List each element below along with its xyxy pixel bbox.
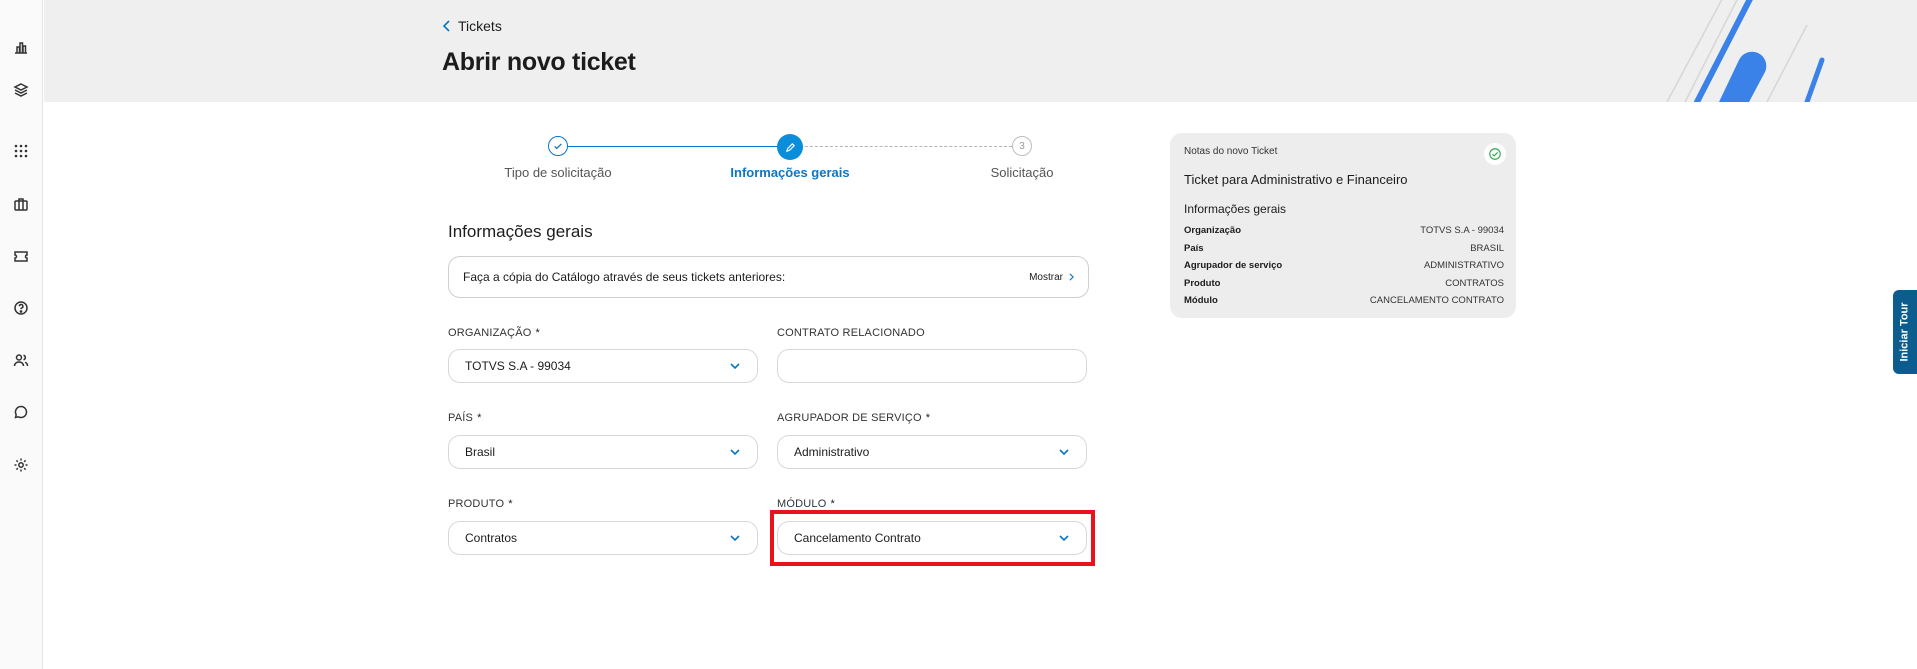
ticket-notes-card: Notas do novo Ticket Ticket para Adminis… bbox=[1170, 133, 1516, 318]
breadcrumb[interactable]: Tickets bbox=[442, 18, 502, 34]
modulo-select[interactable]: Cancelamento Contrato bbox=[777, 521, 1087, 555]
chart-icon[interactable] bbox=[11, 37, 31, 57]
chevron-down-icon bbox=[1059, 535, 1069, 542]
check-icon bbox=[554, 143, 562, 150]
briefcase-icon[interactable] bbox=[11, 194, 31, 214]
produto-select[interactable]: Contratos bbox=[448, 521, 758, 555]
pais-select[interactable]: Brasil bbox=[448, 435, 758, 469]
agrupador-label: AGRUPADOR DE SERVIÇO * bbox=[777, 412, 931, 424]
header-decoration bbox=[1666, 0, 1825, 102]
pencil-icon bbox=[785, 142, 795, 152]
notes-row: País BRASIL bbox=[1184, 242, 1504, 254]
notes-row: Organização TOTVS S.A - 99034 bbox=[1184, 225, 1504, 237]
notes-header: Notas do novo Ticket bbox=[1184, 146, 1278, 157]
show-button-label: Mostrar bbox=[1029, 271, 1063, 283]
gear-icon[interactable] bbox=[11, 455, 31, 475]
step-3-indicator: 3 bbox=[1012, 136, 1032, 156]
left-nav-rail bbox=[0, 0, 43, 669]
notes-rows: Organização TOTVS S.A - 99034 País BRASIL … bbox=[1184, 222, 1504, 310]
modulo-value: Cancelamento Contrato bbox=[794, 531, 921, 545]
step-label-solicitacao: Solicitação bbox=[990, 165, 1054, 180]
check-circle-icon bbox=[1484, 143, 1506, 165]
chevron-down-icon bbox=[730, 449, 740, 456]
section-title: Informações gerais bbox=[448, 222, 593, 241]
start-tour-button[interactable]: Iniciar Tour bbox=[1893, 290, 1917, 374]
organizacao-select[interactable]: TOTVS S.A - 99034 bbox=[448, 349, 758, 383]
produto-label: PRODUTO * bbox=[448, 498, 513, 510]
chevron-down-icon bbox=[730, 363, 740, 370]
modulo-label: MÓDULO * bbox=[777, 498, 835, 510]
chat-icon[interactable] bbox=[11, 402, 31, 422]
stepper-line-done bbox=[558, 146, 790, 147]
users-icon[interactable] bbox=[11, 350, 31, 370]
chevron-left-icon bbox=[442, 20, 450, 32]
notes-row: Produto CONTRATOS bbox=[1184, 277, 1504, 289]
pais-value: Brasil bbox=[465, 445, 496, 459]
copy-catalog-text: Faça a cópia do Catálogo através de seus… bbox=[463, 270, 786, 284]
layers-icon[interactable] bbox=[11, 80, 31, 100]
notes-section-title: Informações gerais bbox=[1184, 202, 1287, 216]
help-icon[interactable] bbox=[11, 298, 31, 318]
notes-subtitle: Ticket para Administrativo e Financeiro bbox=[1184, 172, 1408, 187]
chevron-down-icon bbox=[1059, 449, 1069, 456]
produto-value: Contratos bbox=[465, 531, 518, 545]
step-1-indicator bbox=[548, 136, 568, 156]
chevron-right-icon bbox=[1069, 273, 1074, 281]
page-title: Abrir novo ticket bbox=[442, 48, 636, 76]
step-label-tipo: Tipo de solicitação bbox=[504, 165, 612, 180]
notes-row: Módulo CANCELAMENTO CONTRATO bbox=[1184, 295, 1504, 307]
organizacao-value: TOTVS S.A - 99034 bbox=[465, 359, 571, 373]
apps-grid-icon[interactable] bbox=[11, 141, 31, 161]
stepper-line-pending bbox=[790, 146, 1022, 147]
breadcrumb-label: Tickets bbox=[458, 18, 502, 34]
copy-catalog-box: Faça a cópia do Catálogo através de seus… bbox=[448, 256, 1089, 298]
step-2-indicator bbox=[777, 134, 803, 160]
notes-row: Agrupador de serviço ADMINISTRATIVO bbox=[1184, 260, 1504, 272]
show-button[interactable]: Mostrar bbox=[1029, 272, 1074, 283]
agrupador-value: Administrativo bbox=[794, 445, 870, 459]
organizacao-label: ORGANIZAÇÃO * bbox=[448, 327, 540, 339]
ticket-icon[interactable] bbox=[11, 246, 31, 266]
contrato-input[interactable] bbox=[777, 349, 1087, 383]
agrupador-select[interactable]: Administrativo bbox=[777, 435, 1087, 469]
chevron-down-icon bbox=[730, 535, 740, 542]
step-label-informacoes: Informações gerais bbox=[730, 165, 850, 180]
pais-label: PAÍS * bbox=[448, 412, 482, 424]
contrato-label: CONTRATO RELACIONADO bbox=[777, 327, 925, 339]
page-header: Tickets Abrir novo ticket bbox=[44, 0, 1917, 102]
start-tour-label: Iniciar Tour bbox=[1899, 302, 1911, 362]
